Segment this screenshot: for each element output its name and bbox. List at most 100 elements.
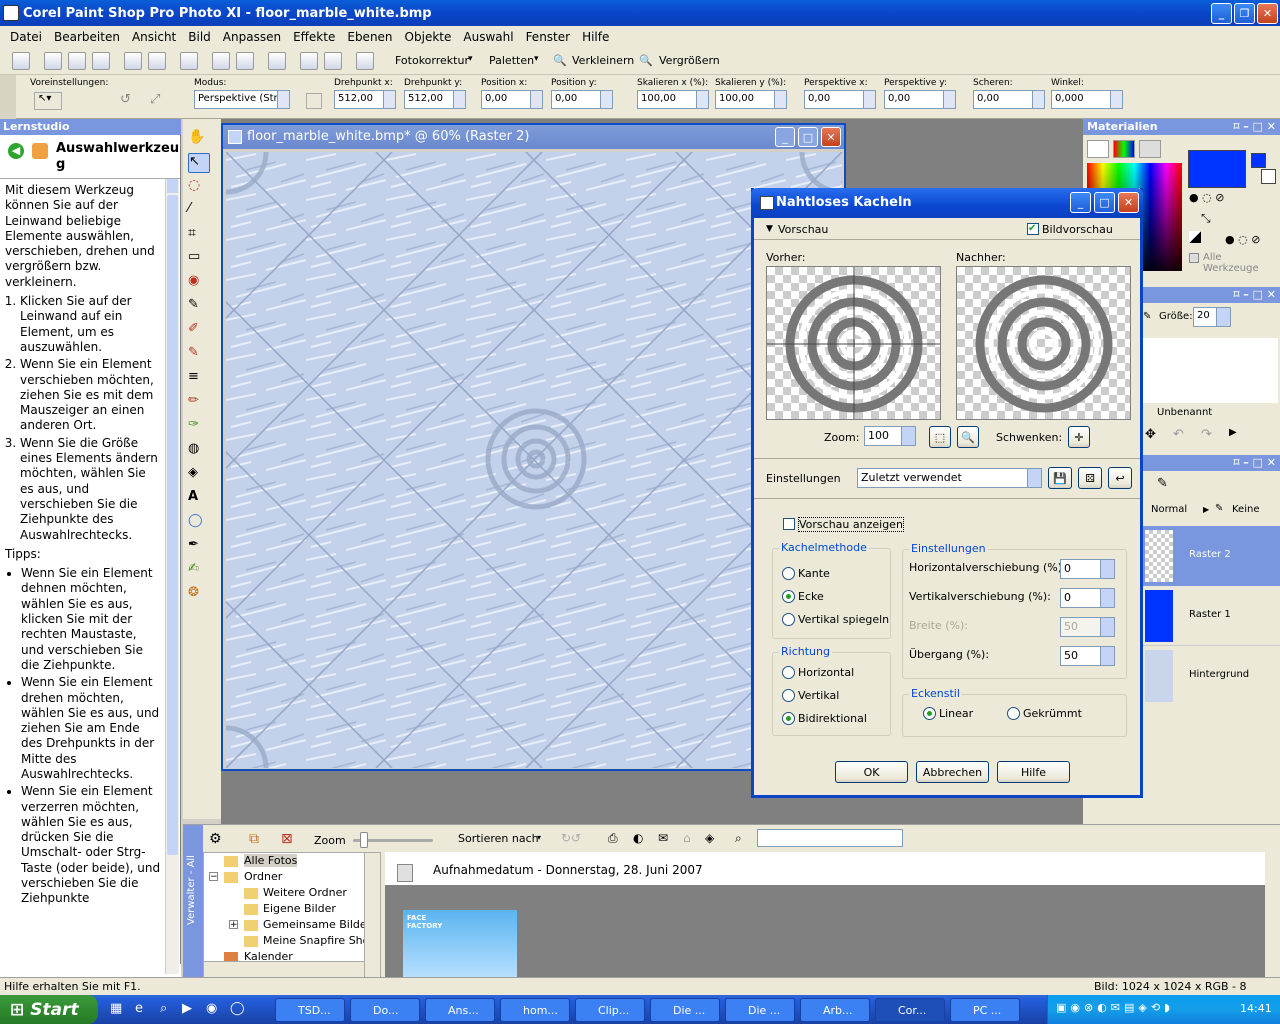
quicklaunch-app-icon[interactable]: ◉ bbox=[206, 1001, 217, 1016]
image-preview-checkbox[interactable]: ✔ bbox=[1027, 223, 1039, 235]
layer-icon[interactable] bbox=[324, 52, 342, 70]
tool-options-grip[interactable] bbox=[0, 75, 16, 119]
picture-tube-icon[interactable]: ❂ bbox=[188, 585, 210, 605]
ok-button[interactable]: OK bbox=[835, 761, 908, 783]
scale-y-input[interactable]: 100,00 bbox=[715, 90, 787, 109]
fit-zoom-icon[interactable]: ⬚ bbox=[929, 426, 951, 448]
rainbow-tab-icon[interactable] bbox=[1113, 140, 1135, 158]
cancel-button[interactable]: Abbrechen bbox=[916, 761, 989, 783]
search-input[interactable] bbox=[757, 829, 903, 847]
collapse-icon[interactable]: ▼ bbox=[766, 224, 773, 234]
scroll-thumb[interactable] bbox=[167, 195, 178, 855]
layer-row-background[interactable]: Hintergrund bbox=[1143, 646, 1280, 706]
apply-icon[interactable]: ⤢ bbox=[150, 92, 166, 108]
tree-hscrollbar[interactable] bbox=[204, 961, 364, 977]
menu-effekte[interactable]: Effekte bbox=[287, 30, 341, 44]
tree-item[interactable]: Alle Fotos bbox=[244, 854, 298, 867]
menu-ansicht[interactable]: Ansicht bbox=[126, 30, 182, 44]
image-close-button[interactable]: ✕ bbox=[821, 127, 841, 147]
task-pc[interactable]: PC ... bbox=[950, 998, 1020, 1022]
foreground-color-swatch[interactable] bbox=[1188, 150, 1246, 188]
warp-tool-icon[interactable]: ✍ bbox=[188, 561, 210, 581]
task-hom[interactable]: hom... bbox=[500, 998, 570, 1022]
pen-tool-icon[interactable]: ✒ bbox=[188, 537, 210, 557]
help-button[interactable]: Hilfe bbox=[997, 761, 1070, 783]
delete-icon[interactable]: ⊠ bbox=[281, 831, 293, 847]
zoom-slider-thumb[interactable] bbox=[360, 832, 368, 848]
restore-button[interactable]: ❐ bbox=[1234, 3, 1255, 24]
settings-gear-icon[interactable]: ⚙ bbox=[209, 831, 222, 847]
task-die-2[interactable]: Die ... bbox=[725, 998, 795, 1022]
upload-icon[interactable]: ⌂ bbox=[683, 831, 691, 845]
task-corel[interactable]: Cor... bbox=[875, 998, 945, 1022]
dialog-maximize-button[interactable]: □ bbox=[1094, 192, 1115, 213]
move-tool-icon[interactable]: ▭ bbox=[188, 249, 210, 269]
scale-x-input[interactable]: 100,00 bbox=[637, 90, 709, 109]
show-preview-checkbox[interactable] bbox=[783, 518, 795, 530]
redo-icon[interactable] bbox=[236, 52, 254, 70]
save-preset-icon[interactable]: 💾 bbox=[1048, 467, 1072, 489]
background-mini-swatch[interactable] bbox=[1261, 169, 1276, 184]
share-icon[interactable]: ◐ bbox=[633, 831, 643, 845]
collapse-icon[interactable]: − bbox=[209, 872, 218, 882]
linear-radio[interactable] bbox=[923, 707, 936, 720]
quicklaunch-opera-icon[interactable]: ◯ bbox=[230, 1001, 245, 1016]
horizontal-radio[interactable] bbox=[782, 666, 795, 679]
pick-tool-icon[interactable]: ↖ bbox=[188, 153, 210, 173]
email-icon[interactable]: ✉ bbox=[658, 831, 668, 845]
airbrush-tool-icon[interactable]: ≡ bbox=[188, 369, 210, 389]
quicklaunch-media-icon[interactable]: ▶ bbox=[182, 1001, 192, 1016]
style-buttons[interactable]: ● ◌ ⊘ bbox=[1189, 191, 1249, 206]
layer-row-raster1[interactable]: Raster 1 bbox=[1143, 586, 1280, 646]
dropper-tool-icon[interactable]: ⁄ bbox=[188, 201, 210, 221]
clone-tool-icon[interactable]: ✐ bbox=[188, 321, 210, 341]
sort-by-button[interactable]: Sortieren nach bbox=[458, 832, 539, 845]
crop-tool-icon[interactable]: ⌗ bbox=[188, 225, 210, 245]
all-tools-checkbox[interactable] bbox=[1189, 253, 1199, 263]
tree-item[interactable]: Ordner bbox=[244, 870, 282, 883]
pivot-y-input[interactable]: 512,00 bbox=[404, 90, 466, 109]
random-dice-icon[interactable]: ⚄ bbox=[1078, 467, 1102, 489]
scroll-up-icon[interactable] bbox=[167, 179, 178, 193]
menu-objekte[interactable]: Objekte bbox=[399, 30, 458, 44]
style-buttons-bg[interactable]: ● ◌ ⊘ bbox=[1225, 233, 1280, 246]
before-preview[interactable] bbox=[766, 266, 941, 420]
pan-tool-icon[interactable]: ✋ bbox=[188, 129, 210, 149]
print-icon[interactable] bbox=[180, 52, 198, 70]
transform-icon[interactable] bbox=[306, 93, 322, 109]
browser-scrollbar[interactable] bbox=[1265, 852, 1280, 978]
transition-input[interactable]: 50 bbox=[1060, 646, 1115, 666]
tree-item[interactable]: Meine Snapfire Show bbox=[263, 934, 378, 947]
search-icon[interactable]: ⌕ bbox=[735, 831, 742, 846]
menu-anpassen[interactable]: Anpassen bbox=[217, 30, 287, 44]
task-do[interactable]: Do... bbox=[350, 998, 420, 1022]
bidirectional-radio[interactable] bbox=[782, 712, 795, 725]
v-offset-input[interactable]: 0 bbox=[1060, 588, 1115, 608]
menu-bearbeiten[interactable]: Bearbeiten bbox=[48, 30, 126, 44]
menu-hilfe[interactable]: Hilfe bbox=[576, 30, 615, 44]
mode-select[interactable]: Perspektive (Strg) bbox=[194, 90, 290, 109]
minimize-button[interactable]: _ bbox=[1211, 3, 1232, 24]
tree-item[interactable]: Gemeinsame Bilder bbox=[263, 918, 371, 931]
move-icon[interactable]: ✥ bbox=[1145, 427, 1156, 442]
tree-item[interactable]: Eigene Bilder bbox=[263, 902, 336, 915]
back-arrow-icon[interactable]: ◀ bbox=[8, 143, 24, 159]
preview-toggle[interactable]: Vorschau bbox=[778, 223, 828, 236]
panel-close-icon[interactable]: ⌑ – □ ✕ bbox=[1233, 288, 1276, 301]
shape-tool-icon[interactable]: ◯ bbox=[188, 513, 210, 533]
edge-radio[interactable] bbox=[782, 567, 795, 580]
shear-input[interactable]: 0,00 bbox=[973, 90, 1045, 109]
red-eye-tool-icon[interactable]: ◉ bbox=[188, 273, 210, 293]
fotokorrektur-menu[interactable]: Fotokorrektur bbox=[395, 54, 469, 67]
expand-icon[interactable]: + bbox=[229, 920, 238, 930]
panel-close-icon[interactable]: ⌑ – □ ✕ bbox=[1233, 120, 1276, 133]
perspective-x-input[interactable]: 0,00 bbox=[804, 90, 876, 109]
menu-datei[interactable]: Datei bbox=[4, 30, 48, 44]
home-icon[interactable] bbox=[32, 143, 48, 159]
save-icon[interactable] bbox=[124, 52, 142, 70]
swap-colors-icon[interactable]: ⤡ bbox=[1201, 211, 1211, 226]
perspective-y-input[interactable]: 0,00 bbox=[884, 90, 956, 109]
undo-icon[interactable] bbox=[212, 52, 230, 70]
panel-close-icon[interactable]: ⌑ – □ ✕ bbox=[1233, 456, 1276, 469]
photo-thumbnail[interactable]: FACE FACTORY bbox=[403, 910, 517, 978]
